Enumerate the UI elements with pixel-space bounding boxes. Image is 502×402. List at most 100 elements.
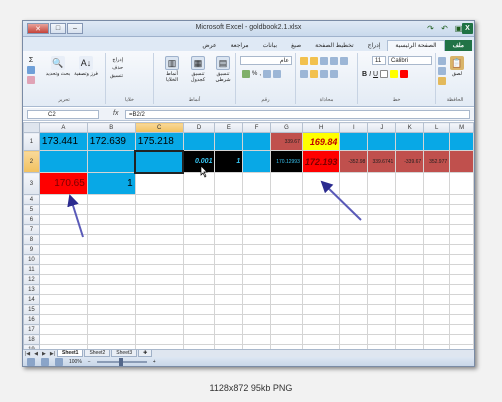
page-layout-view-icon[interactable]	[41, 357, 49, 366]
status-bar: 100% − +	[23, 357, 474, 366]
conditional-formatting-label: تنسيق شرطي	[215, 71, 231, 83]
align-top-icon[interactable]	[300, 57, 308, 65]
sheet-tabs-bar: |◀ ◀ ▶ ▶| Sheet1 Sheet2 Sheet3 ✚	[23, 349, 474, 357]
format-painter-icon[interactable]	[438, 77, 446, 85]
annotation-arrows	[67, 165, 362, 238]
font-color-icon[interactable]	[400, 70, 409, 78]
format-as-table-label: تنسيق كجدول	[190, 71, 206, 83]
clipboard-group: 📋 لصق الحافظة	[435, 53, 474, 104]
wrap-text-icon[interactable]	[340, 57, 348, 65]
sheet-tab-sheet1[interactable]: Sheet1	[57, 350, 84, 357]
tab-review[interactable]: مراجعة	[224, 41, 256, 51]
percent-icon[interactable]: %	[252, 71, 257, 77]
borders-icon[interactable]	[380, 70, 389, 78]
find-select-label: بحث وتحديد	[45, 71, 71, 77]
font-group: Calibri 11 B I U خط	[357, 53, 435, 104]
ribbon-home: 📋 لصق الحافظة Calibri 11 B I U خط محاذاة…	[23, 51, 474, 107]
name-box[interactable]: C2	[27, 110, 99, 119]
first-sheet-icon[interactable]: |◀	[23, 351, 32, 357]
number-group: عام % , رقم	[235, 53, 295, 104]
editing-group: A↓ فرز وتصفية 🔍 بحث وتحديد Σ تحرير	[23, 53, 105, 104]
zoom-slider[interactable]	[96, 357, 147, 366]
format-cells-button[interactable]: تنسيق	[110, 73, 123, 79]
clear-icon[interactable]	[27, 76, 35, 84]
tab-insert[interactable]: إدراج	[361, 41, 388, 51]
bold-button[interactable]: B	[362, 71, 367, 78]
sort-filter-icon: A↓	[79, 56, 93, 70]
normal-view-icon[interactable]	[27, 357, 35, 366]
new-sheet-icon[interactable]: ✚	[138, 350, 153, 357]
increase-decimal-icon[interactable]	[263, 70, 272, 78]
last-sheet-icon[interactable]: ▶|	[48, 351, 57, 357]
italic-button[interactable]: I	[369, 71, 371, 78]
align-left-icon[interactable]	[320, 70, 328, 78]
fill-icon[interactable]	[27, 66, 35, 74]
excel-logo-icon: X	[462, 23, 473, 34]
insert-cells-button[interactable]: إدراج	[112, 57, 123, 63]
currency-icon[interactable]	[242, 70, 250, 78]
underline-button[interactable]: U	[373, 71, 378, 78]
format-as-table-button[interactable]: ▦ تنسيق كجدول	[186, 56, 210, 83]
paste-label: لصق	[451, 71, 463, 77]
cell-styles-button[interactable]: ▥ أنماط الخلايا	[160, 56, 184, 83]
delete-cells-button[interactable]: حذف	[112, 65, 123, 71]
conditional-formatting-icon: ▤	[216, 56, 230, 70]
undo-icon[interactable]: ↶	[439, 23, 450, 34]
autosum-icon[interactable]: Σ	[29, 57, 33, 64]
tab-formulas[interactable]: صيغ	[284, 41, 308, 51]
formula-bar: C2 fx =B2/2	[23, 108, 474, 121]
conditional-formatting-button[interactable]: ▤ تنسيق شرطي	[212, 56, 234, 83]
number-format-box[interactable]: عام	[240, 56, 292, 65]
align-center-icon[interactable]	[310, 70, 318, 78]
tab-page-layout[interactable]: تخطيط الصفحة	[308, 41, 360, 51]
styles-group-label: أنماط	[188, 97, 201, 103]
decrease-decimal-icon[interactable]	[273, 70, 282, 78]
tab-home[interactable]: الصفحة الرئيسية	[387, 40, 445, 51]
format-as-table-icon: ▦	[191, 56, 205, 70]
ribbon-tabs: ملف الصفحة الرئيسية إدراج تخطيط الصفحة ص…	[23, 37, 474, 51]
styles-group: ▤ تنسيق شرطي ▦ تنسيق كجدول ▥ أنماط الخلا…	[153, 53, 235, 104]
sheet-tab-sheet3[interactable]: Sheet3	[111, 350, 138, 357]
window-title: Microsoft Excel - goldbook2.1.xlsx	[195, 24, 302, 31]
font-size-box[interactable]: 11	[372, 56, 386, 65]
alignment-group: محاذاة	[295, 53, 357, 104]
number-group-label: رقم	[261, 97, 270, 103]
fill-color-icon[interactable]	[390, 70, 399, 78]
quick-access-toolbar: ↷ ↶ ▣	[425, 23, 464, 34]
find-select-button[interactable]: 🔍 بحث وتحديد	[45, 56, 71, 77]
cells-group: إدراج حذف تنسيق خلايا	[105, 53, 153, 104]
arrow-to-h2	[320, 180, 362, 221]
find-icon: 🔍	[51, 56, 65, 70]
alignment-group-label: محاذاة	[319, 97, 334, 103]
zoom-in-icon[interactable]: +	[153, 359, 156, 365]
font-group-label: خط	[392, 97, 401, 103]
paste-button[interactable]: 📋 لصق	[450, 56, 464, 77]
cell-styles-label: أنماط الخلايا	[165, 71, 179, 83]
comma-style-icon[interactable]: ,	[259, 71, 261, 77]
zoom-level[interactable]: 100%	[69, 359, 82, 365]
formula-input[interactable]: =B2/2	[125, 110, 470, 119]
tab-view[interactable]: عرض	[195, 41, 223, 51]
cut-icon[interactable]	[438, 57, 446, 65]
font-name-box[interactable]: Calibri	[388, 56, 432, 65]
sheet-tab-sheet2[interactable]: Sheet2	[84, 350, 111, 357]
image-caption: 1128x872 95kb PNG	[209, 383, 293, 393]
screenshot-frame: ✕ □ – Microsoft Excel - goldbook2.1.xlsx…	[0, 0, 502, 402]
prev-sheet-icon[interactable]: ◀	[32, 351, 40, 357]
clipboard-group-label: الحافظة	[446, 97, 464, 103]
tab-data[interactable]: بيانات	[256, 41, 284, 51]
fx-icon[interactable]: fx	[113, 110, 118, 117]
merge-center-icon[interactable]	[330, 70, 338, 78]
align-middle-icon[interactable]	[310, 57, 318, 65]
page-break-view-icon[interactable]	[55, 357, 63, 366]
align-bottom-icon[interactable]	[320, 57, 328, 65]
align-right-icon[interactable]	[300, 70, 308, 78]
tab-file[interactable]: ملف	[444, 40, 472, 51]
copy-icon[interactable]	[438, 67, 446, 75]
orientation-icon[interactable]	[330, 57, 338, 65]
next-sheet-icon[interactable]: ▶	[40, 351, 48, 357]
sort-filter-button[interactable]: A↓ فرز وتصفية	[73, 56, 99, 77]
redo-icon[interactable]: ↷	[425, 23, 436, 34]
zoom-out-icon[interactable]: −	[88, 359, 91, 365]
sort-filter-label: فرز وتصفية	[74, 71, 98, 77]
